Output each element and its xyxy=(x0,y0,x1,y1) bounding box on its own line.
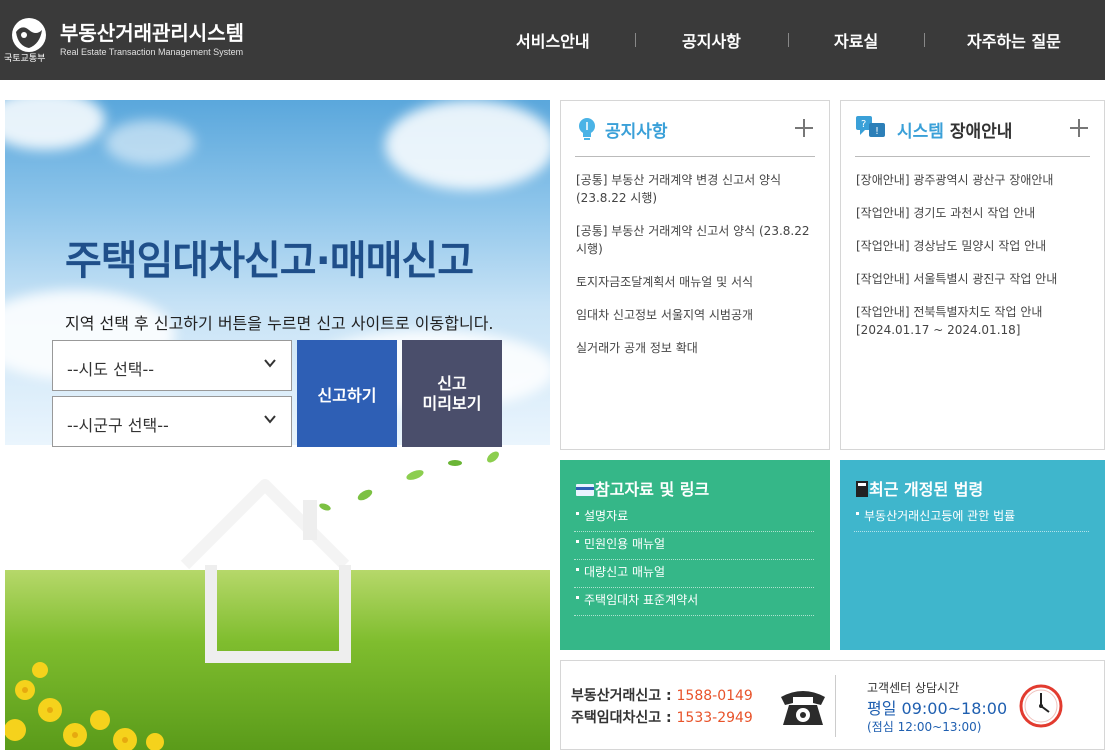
laws-title: 최근 개정된 법령 xyxy=(855,476,983,500)
nav-archive[interactable]: 자료실 xyxy=(834,28,878,52)
report-button[interactable]: 신고하기 xyxy=(297,340,397,447)
list-item[interactable]: [작업안내] 전북특별자치도 작업 안내 [2024.01.17 ~ 2024.… xyxy=(856,303,1092,339)
lightbulb-icon xyxy=(579,118,595,140)
hero-title: 주택임대차신고·매매신고 xyxy=(65,238,474,284)
divider xyxy=(575,156,815,157)
list-item[interactable]: [공통] 부동산 거래계약 변경 신고서 양식 (23.8.22 시행) xyxy=(576,171,817,207)
nav-notice[interactable]: 공지사항 xyxy=(682,28,741,52)
nav-faq[interactable]: 자주하는 질문 xyxy=(967,28,1061,52)
sido-select[interactable]: --시도 선택-- xyxy=(52,340,292,391)
ministry-label: 국토교통부 xyxy=(4,54,46,64)
notice-title: 공지사항 xyxy=(605,122,668,142)
hours-title: 고객센터 상담시간 xyxy=(867,681,960,695)
nav-divider xyxy=(635,33,636,47)
nav-divider xyxy=(924,33,925,47)
outage-more-plus-icon[interactable] xyxy=(1070,119,1088,137)
house-illustration xyxy=(180,451,499,663)
lease-contact: 주택임대차신고 : 1533-2949 xyxy=(571,710,753,726)
site-title: 부동산거래관리시스템 xyxy=(60,21,244,45)
report-preview-button[interactable]: 신고 미리보기 xyxy=(402,340,502,447)
list-item[interactable]: [작업안내] 경기도 과천시 작업 안내 xyxy=(856,204,1092,222)
list-item[interactable]: [작업안내] 서울특별시 광진구 작업 안내 xyxy=(856,270,1092,288)
question-bubble-icon: ? ! xyxy=(856,116,885,137)
notice-more-plus-icon[interactable] xyxy=(795,119,813,137)
notice-list: [공통] 부동산 거래계약 변경 신고서 양식 (23.8.22 시행) [공통… xyxy=(576,171,817,372)
divider xyxy=(835,675,836,737)
list-item[interactable]: [작업안내] 경상남도 밀양시 작업 안내 xyxy=(856,237,1092,255)
reference-panel: 참고자료 및 링크 설명자료 민원인용 매뉴얼 대량신고 매뉴얼 주택임대차 표… xyxy=(560,460,830,650)
list-item[interactable]: 민원인용 매뉴얼 xyxy=(574,532,814,560)
chevron-down-icon xyxy=(264,415,276,424)
chevron-down-icon xyxy=(264,359,276,368)
list-item[interactable]: [장애안내] 광주광역시 광산구 장애안내 xyxy=(856,171,1092,189)
hours-time: 평일 09:00~18:00 xyxy=(867,699,1008,718)
clock-icon xyxy=(1019,684,1063,728)
divider xyxy=(855,156,1090,157)
outage-title: 시스템 장애안내 xyxy=(897,122,1013,142)
real-estate-contact: 부동산거래신고 : 1588-0149 xyxy=(571,688,753,704)
outage-list: [장애안내] 광주광역시 광산구 장애안내 [작업안내] 경기도 과천시 작업 … xyxy=(856,171,1092,354)
list-item[interactable]: 실거래가 공개 정보 확대 xyxy=(576,339,817,357)
laws-list: 부동산거래신고등에 관한 법률 xyxy=(854,504,1089,532)
site-subtitle: Real Estate Transaction Management Syste… xyxy=(60,47,244,57)
hero-banner: 주택임대차신고·매매신고 지역 선택 후 신고하기 버튼을 누르면 신고 사이트… xyxy=(5,100,550,750)
list-item[interactable]: 부동산거래신고등에 관한 법률 xyxy=(854,504,1089,532)
reference-title: 참고자료 및 링크 xyxy=(575,476,709,500)
sigungu-select[interactable]: --시군구 선택-- xyxy=(52,396,292,447)
telephone-icon xyxy=(781,691,825,725)
list-item[interactable]: 주택임대차 표준계약서 xyxy=(574,588,814,616)
document-icon xyxy=(856,481,868,497)
svg-text:?: ? xyxy=(861,119,866,130)
notice-panel: 공지사항 [공통] 부동산 거래계약 변경 신고서 양식 (23.8.22 시행… xyxy=(560,100,830,450)
list-item[interactable]: 토지자금조달계획서 매뉴얼 및 서식 xyxy=(576,273,817,291)
hours-lunch: (점심 12:00~13:00) xyxy=(867,720,982,734)
nav-service-guide[interactable]: 서비스안내 xyxy=(516,28,590,52)
site-logo[interactable]: 국토교통부 부동산거래관리시스템 Real Estate Transaction… xyxy=(4,14,264,64)
emblem-icon xyxy=(12,18,46,52)
sido-select-value: --시도 선택-- xyxy=(67,360,155,379)
contact-panel: 부동산거래신고 : 1588-0149 주택임대차신고 : 1533-2949 … xyxy=(560,660,1105,750)
list-item[interactable]: 임대차 신고정보 서울지역 시범공개 xyxy=(576,306,817,324)
svg-text:!: ! xyxy=(875,126,879,137)
nav-divider xyxy=(788,33,789,47)
hero-description: 지역 선택 후 신고하기 버튼을 누르면 신고 사이트로 이동합니다. xyxy=(65,314,494,333)
top-header: 국토교통부 부동산거래관리시스템 Real Estate Transaction… xyxy=(0,0,1105,80)
list-item[interactable]: [공통] 부동산 거래계약 신고서 양식 (23.8.22 시행) xyxy=(576,222,817,258)
outage-panel: ? ! 시스템 장애안내 [장애안내] 광주광역시 광산구 장애안내 [작업안내… xyxy=(840,100,1105,450)
list-item[interactable]: 대량신고 매뉴얼 xyxy=(574,560,814,588)
reference-list: 설명자료 민원인용 매뉴얼 대량신고 매뉴얼 주택임대차 표준계약서 xyxy=(574,504,814,616)
laws-panel: 최근 개정된 법령 부동산거래신고등에 관한 법률 xyxy=(840,460,1105,650)
list-item[interactable]: 설명자료 xyxy=(574,504,814,532)
sigungu-select-value: --시군구 선택-- xyxy=(67,416,169,435)
card-icon xyxy=(576,484,594,496)
